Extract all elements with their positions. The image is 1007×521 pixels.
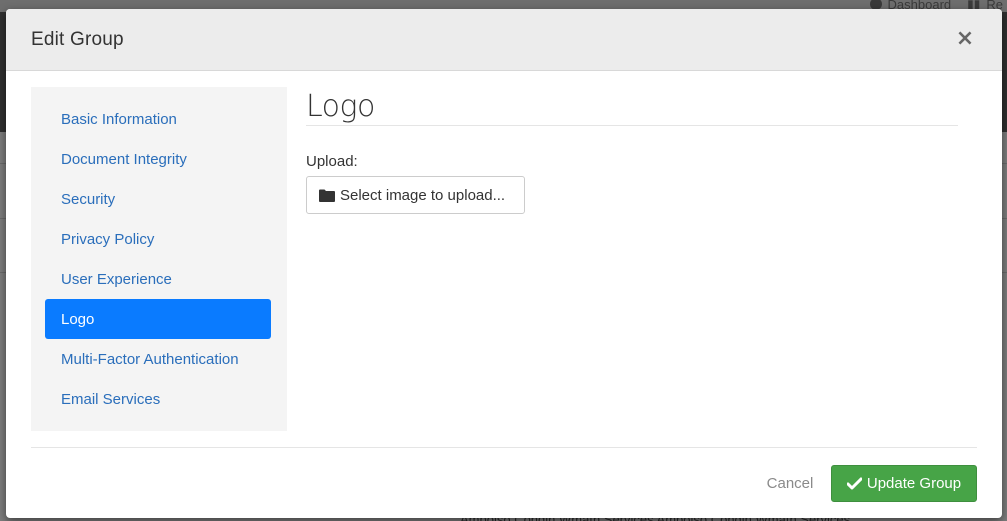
select-image-label: Select image to upload... — [340, 186, 506, 204]
modal-header: Edit Group × — [6, 9, 1002, 71]
sidebar-item-privacy-policy[interactable]: Privacy Policy — [45, 219, 271, 259]
edit-group-modal: Edit Group × Basic Information Document … — [6, 9, 1002, 518]
sidebar-item-security[interactable]: Security — [45, 179, 271, 219]
sidebar-item-label: Security — [61, 190, 116, 208]
sidebar-item-label: Privacy Policy — [61, 230, 155, 248]
upload-label: Upload: — [306, 153, 358, 170]
settings-sidebar: Basic Information Document Integrity Sec… — [31, 87, 287, 431]
sidebar-item-label: Multi-Factor Authentication — [61, 350, 239, 368]
select-image-button[interactable]: Select image to upload... — [306, 176, 525, 214]
sidebar-item-label: Document Integrity — [61, 150, 187, 168]
sidebar-item-document-integrity[interactable]: Document Integrity — [45, 139, 271, 179]
update-group-label: Update Group — [866, 475, 962, 492]
sidebar-item-multi-factor-authentication[interactable]: Multi-Factor Authentication — [45, 339, 271, 379]
sidebar-item-label: User Experience — [61, 270, 172, 288]
close-icon[interactable]: × — [954, 27, 976, 51]
update-group-button[interactable]: Update Group — [831, 465, 977, 502]
sidebar-item-basic-information[interactable]: Basic Information — [45, 99, 271, 139]
folder-icon — [319, 189, 335, 202]
sidebar-item-label: Email Services — [61, 390, 161, 408]
modal-title: Edit Group — [31, 28, 124, 50]
sidebar-item-email-services[interactable]: Email Services — [45, 379, 271, 419]
sidebar-item-logo[interactable]: Logo — [45, 299, 271, 339]
check-icon — [846, 477, 862, 490]
section-divider — [306, 125, 958, 126]
section-title: Logo — [306, 89, 375, 124]
cancel-button[interactable]: Cancel — [758, 465, 822, 501]
sidebar-item-label: Logo — [61, 310, 95, 328]
sidebar-item-user-experience[interactable]: User Experience — [45, 259, 271, 299]
footer-divider — [31, 447, 977, 448]
sidebar-item-label: Basic Information — [61, 110, 177, 128]
